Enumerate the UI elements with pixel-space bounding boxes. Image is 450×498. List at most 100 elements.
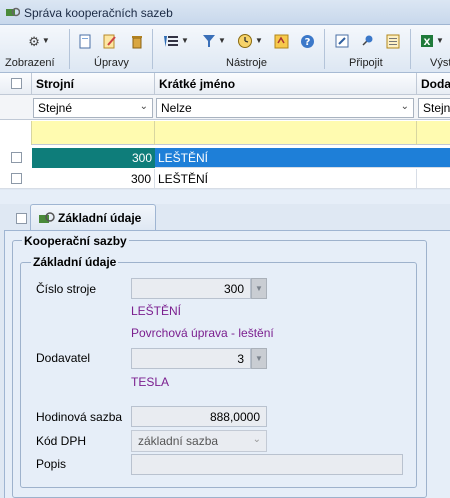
short-name-cell[interactable]: LEŠTĚNÍ bbox=[155, 148, 417, 168]
column-header-supplier[interactable]: Dodav bbox=[417, 73, 450, 95]
chevron-down-icon: ▼ bbox=[218, 36, 226, 45]
help-button[interactable]: ? bbox=[298, 30, 316, 52]
vat-code-value: základní sazba bbox=[138, 434, 219, 448]
view-button[interactable]: ⚙ ▼ bbox=[24, 30, 54, 52]
chevron-down-icon: ⌄ bbox=[252, 434, 261, 445]
filter-short-name-select[interactable]: Nelze ⌄ bbox=[156, 98, 414, 118]
detail-toggle-checkbox[interactable] bbox=[16, 213, 27, 224]
new-row-selector bbox=[0, 121, 32, 145]
view-icon: ⚙ bbox=[28, 33, 40, 49]
machine-number-field[interactable]: 300 bbox=[131, 278, 251, 299]
new-row-short-name-cell[interactable] bbox=[155, 121, 417, 145]
sort-list-icon bbox=[164, 35, 179, 47]
machine-number-cell[interactable]: 300 bbox=[32, 148, 155, 168]
ribbon-group-label-attach: Připojit bbox=[349, 57, 383, 69]
grid-header: Strojní Krátké jméno Dodav bbox=[0, 73, 450, 95]
clock-gear-icon bbox=[238, 34, 253, 48]
new-record-button[interactable] bbox=[76, 30, 94, 52]
ribbon-toolbar: ⚙ ▼ Zobrazení Úpravy ▼ ▼ ▼ ? Nástroje Př… bbox=[0, 25, 450, 73]
row-checkbox[interactable] bbox=[11, 173, 22, 184]
column-header-machine-label: Strojní bbox=[36, 77, 74, 91]
new-row-machine-cell[interactable] bbox=[32, 121, 155, 145]
basic-info-group-title: Základní údaje bbox=[31, 255, 119, 269]
edit-pencil-icon bbox=[335, 34, 349, 48]
rate-icon bbox=[39, 212, 55, 223]
short-name-cell[interactable]: LEŠTĚNÍ bbox=[155, 169, 417, 189]
new-document-icon bbox=[79, 34, 90, 48]
window-title: Správa kooperačních sazeb bbox=[24, 6, 173, 20]
svg-text:X: X bbox=[424, 38, 431, 48]
tools-button[interactable]: ▼ bbox=[234, 30, 266, 52]
ribbon-group-label-view: Zobrazení bbox=[5, 57, 55, 69]
app-icon bbox=[6, 7, 20, 17]
table-row[interactable]: 300 LEŠTĚNÍ bbox=[0, 148, 450, 168]
data-grid: Strojní Krátké jméno Dodav Stejné ⌄ Nelz… bbox=[0, 73, 450, 189]
ribbon-group-label-edit: Úpravy bbox=[94, 57, 129, 69]
title-bar: Správa kooperačních sazeb bbox=[0, 0, 450, 25]
description-label: Popis bbox=[36, 457, 67, 471]
vat-code-select[interactable]: základní sazba ⌄ bbox=[131, 430, 267, 452]
splitter[interactable] bbox=[0, 190, 450, 204]
ribbon-group-label-output: Výst bbox=[430, 57, 450, 69]
chevron-down-icon: ▼ bbox=[255, 284, 263, 293]
chevron-down-icon: ⌄ bbox=[139, 101, 148, 112]
ribbon-group-label-tools: Nástroje bbox=[226, 57, 267, 69]
machine-description-text: Povrchová úprava - leštění bbox=[131, 326, 274, 340]
attach-pin-button[interactable] bbox=[358, 30, 376, 52]
edit-record-button[interactable] bbox=[101, 30, 119, 52]
machine-name-text: LEŠTĚNÍ bbox=[131, 304, 182, 318]
column-header-short-name-label: Krátké jméno bbox=[159, 77, 236, 91]
chevron-down-icon: ▼ bbox=[255, 36, 263, 45]
chevron-down-icon: ▼ bbox=[181, 36, 189, 45]
description-field[interactable] bbox=[131, 454, 403, 475]
row-selector[interactable] bbox=[0, 169, 32, 189]
new-record-row[interactable] bbox=[0, 121, 450, 145]
machine-number-cell[interactable]: 300 bbox=[32, 169, 155, 189]
filter-machine-select[interactable]: Stejné ⌄ bbox=[33, 98, 153, 118]
excel-icon: X bbox=[421, 35, 434, 48]
delete-record-button[interactable] bbox=[128, 30, 146, 52]
supplier-lookup-button[interactable]: ▼ bbox=[251, 348, 267, 369]
filter-button[interactable]: ▼ bbox=[199, 30, 229, 52]
refresh-icon bbox=[274, 34, 288, 48]
filter-supplier-value: Stejn bbox=[423, 101, 450, 115]
filter-machine-value: Stejné bbox=[38, 101, 73, 115]
chevron-down-icon: ▼ bbox=[255, 354, 263, 363]
chevron-down-icon: ▼ bbox=[41, 36, 50, 45]
trash-icon bbox=[132, 35, 142, 48]
supplier-label: Dodavatel bbox=[36, 351, 91, 365]
sort-button[interactable]: ▼ bbox=[160, 30, 192, 52]
hourly-rate-field[interactable]: 888,0000 bbox=[131, 406, 267, 427]
ribbon-separator bbox=[324, 29, 325, 69]
attach-edit-button[interactable] bbox=[333, 30, 351, 52]
supplier-name-text: TESLA bbox=[131, 375, 170, 389]
row-selector[interactable] bbox=[0, 148, 32, 168]
column-header-supplier-label: Dodav bbox=[421, 77, 450, 91]
vat-code-label: Kód DPH bbox=[36, 434, 87, 448]
chevron-down-icon: ▼ bbox=[436, 36, 444, 45]
select-all-checkbox[interactable] bbox=[11, 78, 22, 89]
edit-document-icon bbox=[103, 34, 116, 48]
pin-icon bbox=[362, 35, 373, 46]
machine-number-label: Číslo stroje bbox=[36, 282, 97, 296]
column-header-machine[interactable]: Strojní bbox=[32, 73, 155, 95]
supplier-field[interactable]: 3 bbox=[131, 348, 251, 369]
hourly-rate-label: Hodinová sazba bbox=[36, 410, 123, 424]
cooperation-rates-group-title: Kooperační sazby bbox=[22, 234, 129, 248]
tab-basic-info[interactable]: Základní údaje bbox=[30, 204, 156, 230]
filter-supplier-select[interactable]: Stejn bbox=[418, 98, 450, 118]
table-row[interactable]: 300 LEŠTĚNÍ bbox=[0, 169, 450, 189]
tab-strip: Základní údaje bbox=[0, 204, 450, 232]
filter-icon bbox=[203, 35, 216, 47]
row-checkbox[interactable] bbox=[11, 152, 22, 163]
ribbon-separator bbox=[410, 29, 411, 69]
svg-text:?: ? bbox=[304, 37, 310, 48]
help-icon: ? bbox=[300, 34, 314, 48]
select-all-cell[interactable] bbox=[0, 73, 32, 95]
export-excel-button[interactable]: X ▼ bbox=[417, 30, 447, 52]
machine-lookup-button[interactable]: ▼ bbox=[251, 278, 267, 299]
attach-list-button[interactable] bbox=[384, 30, 402, 52]
refresh-button[interactable] bbox=[272, 30, 290, 52]
filter-row: Stejné ⌄ Nelze ⌄ Stejn bbox=[0, 95, 450, 120]
column-header-short-name[interactable]: Krátké jméno bbox=[155, 73, 417, 95]
